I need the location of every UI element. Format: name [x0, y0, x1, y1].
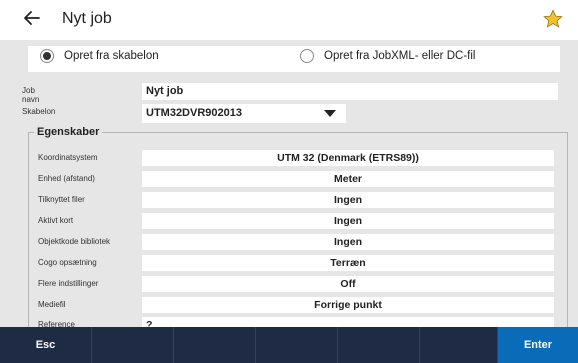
- source-selector: Opret fra skabelon Opret fra JobXML- ell…: [28, 46, 560, 72]
- coordinate-system-button[interactable]: UTM 32 (Denmark (ETRS89)): [142, 150, 554, 166]
- favorite-button[interactable]: [542, 8, 566, 32]
- prop-label: Cogo opsætning: [38, 258, 97, 267]
- more-settings-button[interactable]: Off: [142, 276, 554, 292]
- softkey-slot-1[interactable]: [92, 327, 174, 363]
- template-value: UTM32DVR902013: [146, 107, 242, 119]
- radio-from-jobxml[interactable]: Opret fra JobXML- eller DC-fil: [300, 49, 475, 63]
- radio-from-template[interactable]: Opret fra skabelon: [40, 49, 159, 63]
- chevron-down-icon: [324, 110, 336, 117]
- job-name-input[interactable]: Nyt job: [142, 83, 558, 100]
- active-map-button[interactable]: Ingen: [142, 213, 554, 229]
- job-name-label: Job navn: [22, 86, 40, 104]
- template-select[interactable]: UTM32DVR902013: [142, 104, 346, 123]
- media-file-button[interactable]: Forrige punkt: [142, 297, 554, 313]
- enter-button[interactable]: Enter: [498, 327, 578, 363]
- softkey-slot-4[interactable]: [338, 327, 420, 363]
- prop-label: Tilknyttet filer: [38, 195, 85, 204]
- properties-legend: Egenskaber: [34, 126, 103, 138]
- radio-dot-selected: [40, 49, 54, 63]
- esc-button[interactable]: Esc: [0, 327, 92, 363]
- cogo-settings-button[interactable]: Terræn: [142, 255, 554, 271]
- radio-label: Opret fra JobXML- eller DC-fil: [324, 50, 476, 62]
- back-button[interactable]: [22, 8, 44, 30]
- softkey-slot-3[interactable]: [256, 327, 338, 363]
- prop-label: Koordinatsystem: [38, 153, 98, 162]
- prop-label: Flere indstillinger: [38, 279, 99, 288]
- form-content: Opret fra skabelon Opret fra JobXML- ell…: [0, 40, 578, 333]
- header-bar: Nyt job: [0, 0, 578, 40]
- softkey-bar: Esc Enter: [0, 327, 578, 363]
- feature-library-button[interactable]: Ingen: [142, 234, 554, 250]
- star-icon: [543, 9, 563, 28]
- arrow-left-icon: [24, 11, 40, 25]
- prop-label: Objektkode bibliotek: [38, 237, 111, 246]
- prop-label: Enhed (afstand): [38, 174, 95, 183]
- radio-dot: [300, 49, 314, 63]
- radio-label: Opret fra skabelon: [64, 50, 159, 62]
- softkey-slot-2[interactable]: [174, 327, 256, 363]
- softkey-slot-5[interactable]: [420, 327, 498, 363]
- template-label: Skabelon: [22, 107, 56, 116]
- distance-unit-button[interactable]: Meter: [142, 171, 554, 187]
- page-title: Nyt job: [62, 10, 112, 27]
- prop-label: Aktivt kort: [38, 216, 74, 225]
- prop-label: Mediefil: [38, 300, 66, 309]
- linked-files-button[interactable]: Ingen: [142, 192, 554, 208]
